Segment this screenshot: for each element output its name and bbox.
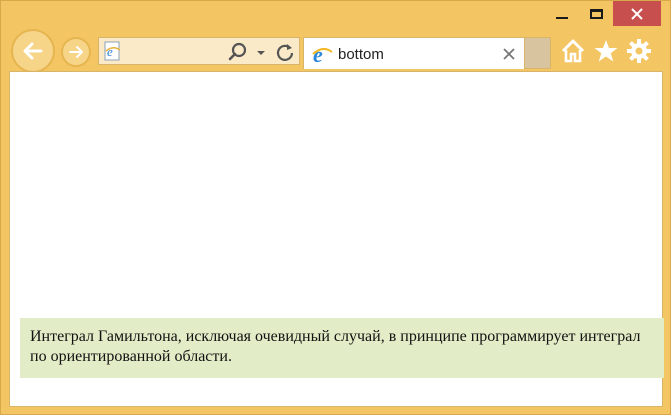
tab-title: bottom	[338, 46, 384, 63]
tab-bottom[interactable]: e bottom	[303, 37, 525, 69]
search-icon[interactable]	[227, 41, 249, 63]
page-viewport: Интеграл Гамильтона, исключая очевидный …	[9, 71, 664, 407]
back-arrow-icon	[23, 42, 43, 60]
close-icon	[631, 7, 643, 20]
minimize-button[interactable]	[545, 1, 579, 27]
maximize-icon	[589, 9, 603, 19]
svg-text:e: e	[107, 44, 113, 59]
bottom-paragraph: Интеграл Гамильтона, исключая очевидный …	[30, 328, 641, 365]
chevron-down-icon[interactable]	[254, 41, 268, 63]
close-icon[interactable]	[502, 47, 516, 61]
ie-icon: e	[104, 41, 121, 61]
bottom-text-block: Интеграл Гамильтона, исключая очевидный …	[20, 318, 664, 378]
refresh-icon[interactable]	[274, 41, 296, 63]
forward-button[interactable]	[61, 37, 91, 67]
maximize-button[interactable]	[579, 1, 613, 27]
minimize-icon	[556, 17, 568, 19]
forward-arrow-icon	[69, 46, 83, 58]
star-icon	[594, 40, 618, 62]
home-icon	[561, 39, 585, 63]
address-bar[interactable]: e	[98, 37, 300, 65]
ie-icon: e	[312, 43, 333, 65]
navigation-bar: e e bottom	[1, 29, 670, 73]
gear-icon	[627, 39, 651, 63]
home-button[interactable]	[560, 38, 586, 64]
browser-window: e e bottom Интеграл Гамильтона, исключая…	[0, 0, 671, 415]
toolbar-icons	[553, 38, 652, 64]
settings-button[interactable]	[626, 38, 652, 64]
window-controls	[545, 1, 661, 29]
favorites-button[interactable]	[593, 38, 619, 64]
new-tab-button[interactable]	[525, 37, 551, 69]
close-window-button[interactable]	[613, 1, 661, 26]
back-button[interactable]	[11, 29, 55, 73]
